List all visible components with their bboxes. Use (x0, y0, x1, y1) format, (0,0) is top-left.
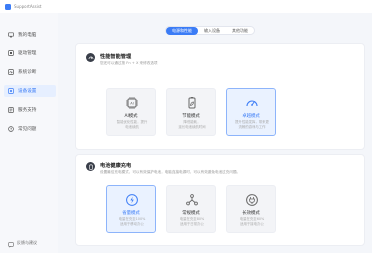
app-title: SupportAssist (14, 4, 42, 9)
battery-health-icon (86, 162, 95, 171)
svg-text:AI: AI (130, 102, 134, 106)
tab-input-devices[interactable]: 输入设备 (198, 27, 226, 35)
sidebar-item-service[interactable]: 服务支持 (4, 104, 56, 116)
mode-eco[interactable]: 节能模式 降低能耗， 延长电池续航时间 (166, 88, 216, 136)
power-plug-icon (245, 193, 259, 207)
sidebar-item-label: 设备设置 (18, 89, 37, 94)
mode-normal-name: 常规模式 (182, 211, 200, 216)
tab-bar: 电源和性能 输入设备 其他功能 (165, 26, 255, 35)
mode-saver-name: 省量模式 (122, 211, 140, 216)
mode-ultimate[interactable]: 卓越模式 提升性能发挥，带来更 流畅的游戏与工作 (226, 88, 276, 136)
sidebar-item-label: 常见问题 (18, 127, 37, 132)
sidebar: 我的电脑 驱动管理 系统诊断 设备设置 服务支持 常见问题 反馈与建议 (0, 13, 58, 253)
mode-ai[interactable]: AI AI模式 智能优化性能，提升 电池续航 (106, 88, 156, 136)
mode-ai-desc: 智能优化性能，提升 电池续航 (110, 120, 154, 129)
tab-power-performance[interactable]: 电源和性能 (166, 27, 198, 35)
service-icon (8, 107, 14, 113)
battery-title: 电池健康充电 (100, 163, 132, 169)
speedometer-icon (245, 96, 259, 110)
mode-normal[interactable]: 常规模式 电量在充至80% 适用于日常办公 (166, 185, 216, 233)
battery-desc: 设置最佳充电模式，可以有效保护电池，电脑连接电源时，可以有效避免电池过充问题。 (100, 170, 241, 174)
diagnose-icon (8, 69, 14, 75)
mode-ultimate-desc: 提升性能发挥，带来更 流畅的游戏与工作 (230, 120, 274, 129)
mode-desc-line: 适用于日常办公 (180, 221, 204, 226)
mode-normal-desc: 电量在充至80% 适用于日常办公 (170, 217, 214, 226)
sidebar-item-label: 系统诊断 (18, 70, 37, 75)
mode-desc-line: 提升性能发挥，带来更 (235, 120, 269, 124)
ai-chip-icon: AI (125, 96, 139, 110)
sidebar-item-my-computer[interactable]: 我的电脑 (4, 29, 56, 41)
sidebar-item-faq[interactable]: 常见问题 (4, 123, 56, 135)
mode-desc-line: 适用于接电办公 (240, 221, 264, 226)
mode-long-life-desc: 电量在充至60% 适用于接电办公 (230, 217, 274, 226)
mode-desc-line: 适用于移动办公 (120, 221, 144, 226)
device-settings-icon (8, 88, 14, 94)
mode-saver-desc: 电量在充至100% 适用于移动办公 (110, 217, 154, 226)
mode-desc-line: 电池续航 (125, 124, 139, 129)
sidebar-item-device-settings[interactable]: 设备设置 (4, 85, 56, 97)
title-bar: SupportAssist (0, 0, 372, 13)
mode-eco-name: 节能模式 (182, 114, 200, 119)
mode-desc-line: 流畅的游戏与工作 (238, 124, 266, 129)
performance-card: 性能智能管理 您还可以通过按 Fn + X 来修改选项 AI AI模式 智能优化… (75, 43, 365, 150)
sidebar-item-driver[interactable]: 驱动管理 (4, 47, 56, 59)
app-logo-icon (5, 3, 11, 10)
battery-bolt-icon (125, 193, 139, 207)
faq-icon (8, 126, 14, 132)
sidebar-item-label: 驱动管理 (18, 51, 37, 56)
feedback-link[interactable]: 反馈与建议 (8, 233, 37, 252)
mode-ai-name: AI模式 (124, 114, 138, 119)
sidebar-item-label: 服务支持 (18, 108, 37, 113)
computer-icon (8, 32, 14, 38)
feedback-label: 反馈与建议 (17, 239, 37, 245)
mode-saver[interactable]: 省量模式 电量在充至100% 适用于移动办公 (106, 185, 156, 233)
performance-desc: 您还可以通过按 Fn + X 来修改选项 (100, 61, 158, 65)
mode-ultimate-name: 卓越模式 (242, 114, 260, 119)
performance-title: 性能智能管理 (100, 54, 132, 60)
mode-long-life[interactable]: 长效模式 电量在充至60% 适用于接电办公 (226, 185, 276, 233)
battery-leaf-icon (185, 96, 199, 110)
main-content: 电源和性能 输入设备 其他功能 性能智能管理 您还可以通过按 Fn + X 来修… (62, 13, 368, 253)
sidebar-item-diagnose[interactable]: 系统诊断 (4, 66, 56, 78)
mode-desc-line: 延长电池续航时间 (178, 124, 206, 129)
sidebar-item-label: 我的电脑 (18, 33, 37, 38)
balance-icon (185, 193, 199, 207)
tab-other-features[interactable]: 其他功能 (226, 27, 254, 35)
mode-eco-desc: 降低能耗， 延长电池续航时间 (170, 120, 214, 129)
performance-icon (86, 53, 95, 62)
battery-card: 电池健康充电 设置最佳充电模式，可以有效保护电池，电脑连接电源时，可以有效避免电… (75, 154, 365, 246)
mode-long-life-name: 长效模式 (242, 211, 260, 216)
feedback-icon (8, 233, 14, 252)
driver-icon (8, 50, 14, 56)
